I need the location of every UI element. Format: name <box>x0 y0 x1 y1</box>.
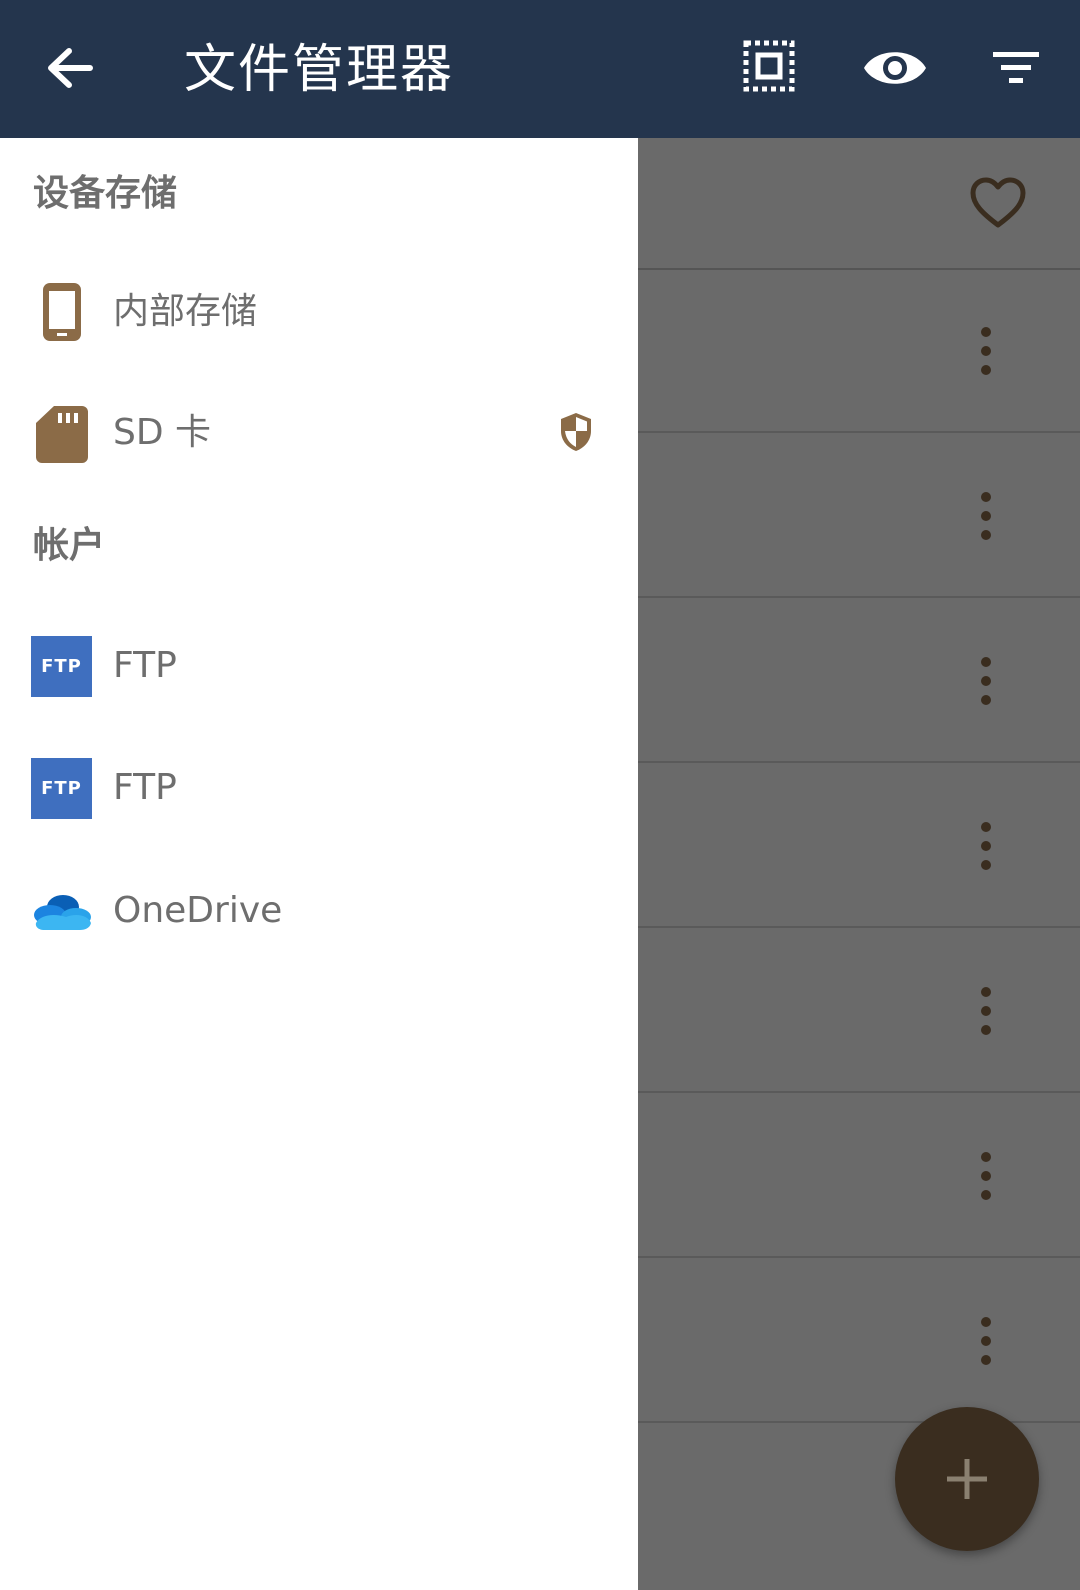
more-options-button[interactable] <box>972 1314 1000 1368</box>
more-vertical-icon <box>981 1152 991 1200</box>
filter-button[interactable] <box>983 35 1053 105</box>
more-vertical-icon <box>981 1317 991 1365</box>
view-button[interactable] <box>860 35 930 105</box>
list-item[interactable] <box>638 268 1080 433</box>
drawer-item-sd-card[interactable]: SD 卡 <box>0 375 638 491</box>
arrow-back-icon <box>48 48 93 88</box>
more-vertical-icon <box>981 822 991 870</box>
list-item[interactable] <box>638 763 1080 928</box>
favorite-button[interactable] <box>968 175 1028 231</box>
more-vertical-icon <box>981 987 991 1035</box>
page-title: 文件管理器 <box>184 40 455 100</box>
add-fab-button[interactable] <box>895 1407 1039 1551</box>
list-item[interactable] <box>638 1258 1080 1423</box>
list-item[interactable] <box>638 1093 1080 1258</box>
list-item[interactable] <box>638 928 1080 1093</box>
device-storage-header: 设备存储 <box>33 173 178 214</box>
eye-icon <box>864 52 926 84</box>
accounts-header: 帐户 <box>33 525 106 566</box>
more-options-button[interactable] <box>972 1149 1000 1203</box>
more-options-button[interactable] <box>972 324 1000 378</box>
heart-icon <box>970 177 1026 228</box>
more-vertical-icon <box>981 657 991 705</box>
sd-card-icon <box>36 406 88 463</box>
drawer-item-ftp-1[interactable]: FTP FTP <box>0 608 638 724</box>
ftp-icon: FTP <box>31 636 92 697</box>
more-vertical-icon <box>981 492 991 540</box>
favorites-row <box>638 138 1080 270</box>
more-options-button[interactable] <box>972 654 1000 708</box>
drawer-item-label: OneDrive <box>113 890 283 931</box>
more-vertical-icon <box>981 327 991 375</box>
more-options-button[interactable] <box>972 984 1000 1038</box>
filter-icon <box>993 52 1039 83</box>
drawer-item-label: SD 卡 <box>113 412 212 453</box>
onedrive-icon <box>34 895 91 930</box>
select-all-icon <box>743 40 795 92</box>
select-all-button[interactable] <box>738 35 808 105</box>
drawer-item-onedrive[interactable]: OneDrive <box>0 853 638 969</box>
drawer-item-label: FTP <box>113 645 177 686</box>
more-options-button[interactable] <box>972 819 1000 873</box>
drawer-item-label: FTP <box>113 767 177 808</box>
background-content-scrim[interactable] <box>638 138 1080 1590</box>
ftp-icon: FTP <box>31 758 92 819</box>
shield-icon <box>561 413 591 451</box>
drawer-item-label: 内部存储 <box>113 291 258 332</box>
app-bar: 文件管理器 <box>0 0 1080 138</box>
list-item[interactable] <box>638 433 1080 598</box>
list-item[interactable] <box>638 598 1080 763</box>
drawer-item-ftp-2[interactable]: FTP FTP <box>0 730 638 846</box>
plus-icon <box>947 1459 987 1499</box>
back-button[interactable] <box>35 35 105 105</box>
more-options-button[interactable] <box>972 489 1000 543</box>
phone-icon <box>43 283 81 341</box>
drawer-item-internal-storage[interactable]: 内部存储 <box>0 254 638 370</box>
navigation-drawer: 设备存储 内部存储 SD 卡 帐户 FTP FTP FTP FTP OneDri… <box>0 138 638 1590</box>
